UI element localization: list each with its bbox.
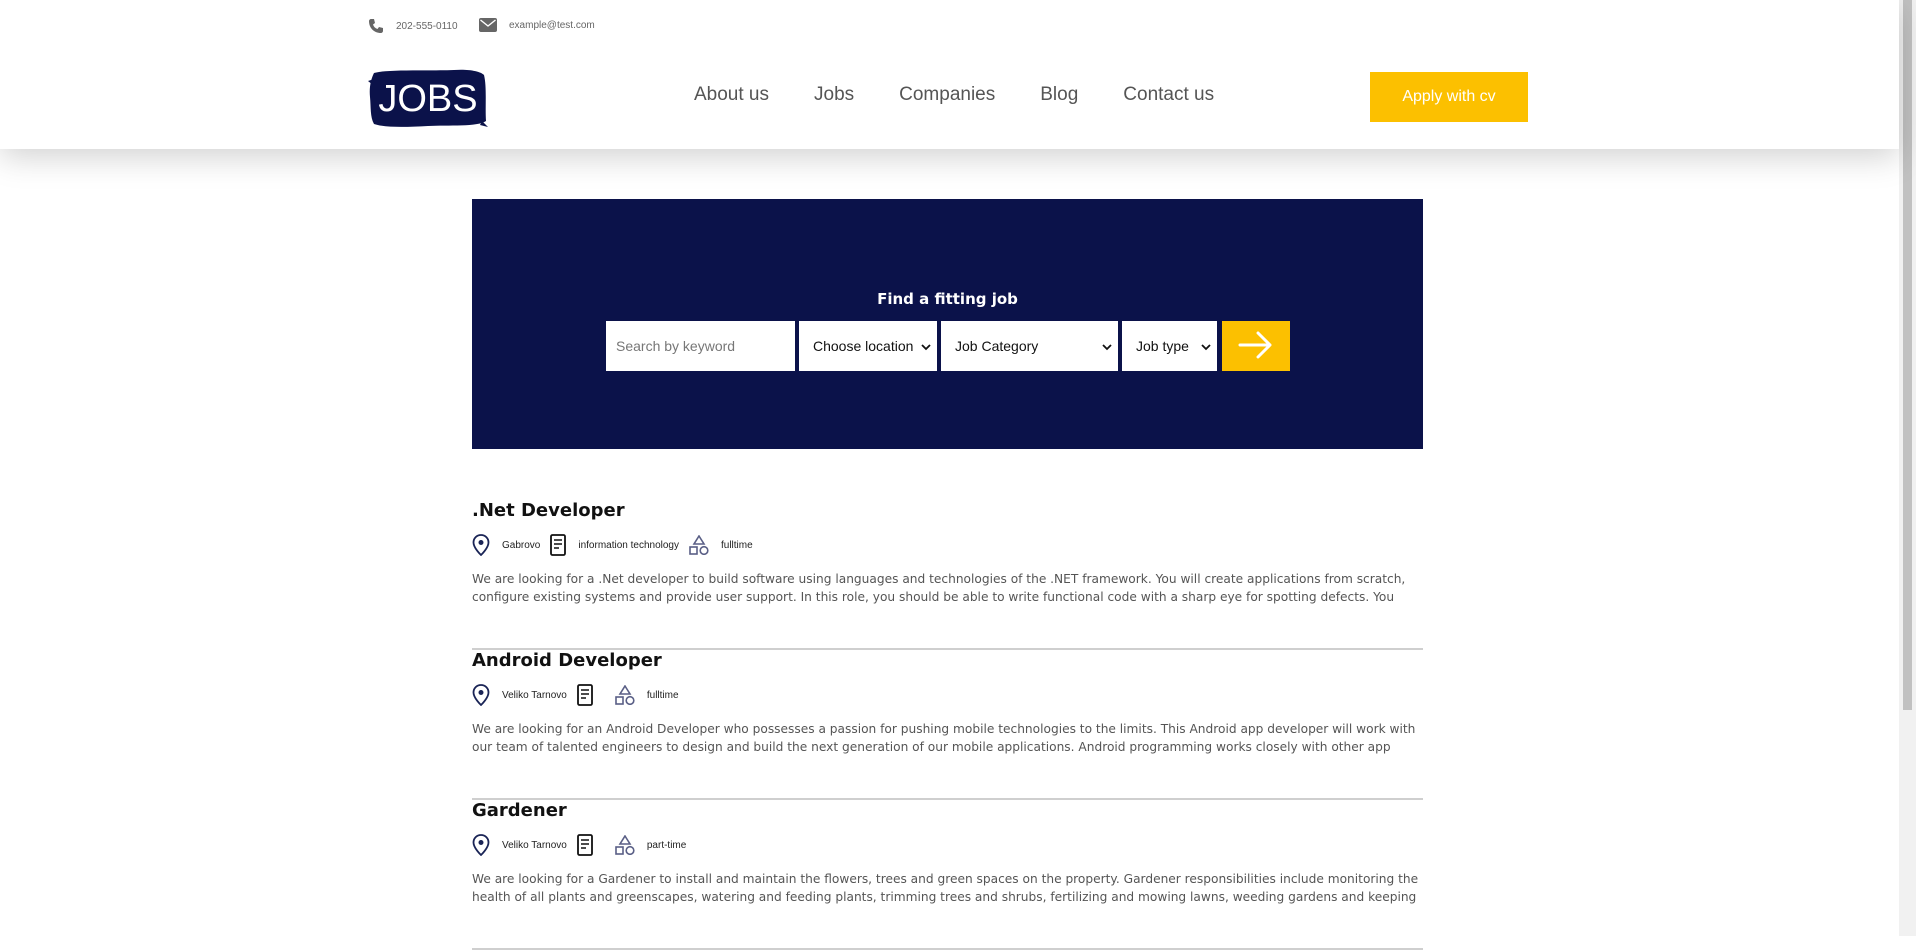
shapes-icon <box>615 835 635 855</box>
location-pin-icon <box>472 684 490 706</box>
job-meta: Veliko Tarnovo part-time <box>472 833 696 857</box>
job-category: information technology <box>578 539 679 551</box>
nav-contact-us[interactable]: Contact us <box>1123 84 1214 106</box>
nav-blog[interactable]: Blog <box>1040 84 1078 106</box>
job-card[interactable]: .Net Developer Gabrovo information techn… <box>472 500 1423 650</box>
job-meta: Gabrovo information technology fulltime <box>472 533 763 557</box>
job-search-panel: Find a fitting job Choose location Job C… <box>472 199 1423 449</box>
job-description: We are looking for a Gardener to install… <box>472 872 1419 904</box>
shapes-icon <box>615 685 635 705</box>
job-description: We are looking for a .Net developer to b… <box>472 572 1406 604</box>
job-description: We are looking for an Android Developer … <box>472 722 1416 754</box>
job-type: part-time <box>646 839 687 851</box>
job-meta: Veliko Tarnovo fulltime <box>472 683 689 707</box>
svg-text:JOBS: JOBS <box>378 78 477 120</box>
document-icon <box>576 684 593 706</box>
job-type-select-value: Job type <box>1136 338 1189 354</box>
job-location: Veliko Tarnovo <box>502 689 567 701</box>
job-location: Gabrovo <box>502 539 541 551</box>
location-pin-icon <box>472 534 490 556</box>
apply-with-cv-button[interactable]: Apply with cv <box>1370 72 1528 122</box>
scrollbar-thumb[interactable] <box>1903 0 1912 710</box>
site-header: 202-555-0110 example@test.com JOBS About… <box>0 0 1899 149</box>
document-icon <box>550 534 567 556</box>
chevron-down-icon <box>1102 338 1112 354</box>
job-type: fulltime <box>646 689 679 701</box>
category-select-value: Job Category <box>955 338 1039 354</box>
contact-email[interactable]: example@test.com <box>479 18 595 32</box>
shapes-icon <box>689 535 709 555</box>
location-select[interactable]: Choose location <box>799 321 937 371</box>
main-nav: About us Jobs Companies Blog Contact us <box>694 84 1214 106</box>
job-location: Veliko Tarnovo <box>502 839 567 851</box>
nav-companies[interactable]: Companies <box>899 84 995 106</box>
job-type-select[interactable]: Job type <box>1122 321 1217 371</box>
location-pin-icon <box>472 834 490 856</box>
job-card[interactable]: Gardener Veliko Tarnovo part-time We are… <box>472 800 1423 950</box>
email-text: example@test.com <box>509 19 595 31</box>
search-form: Choose location Job Category Job type <box>606 321 1290 371</box>
chevron-down-icon <box>1201 338 1211 354</box>
site-logo[interactable]: JOBS <box>368 67 488 129</box>
arrow-right-icon <box>1238 330 1274 363</box>
job-list: .Net Developer Gabrovo information techn… <box>472 500 1423 950</box>
keyword-search-input[interactable] <box>606 321 795 371</box>
job-title[interactable]: Gardener <box>472 800 567 821</box>
page-scrollbar[interactable] <box>1899 0 1916 936</box>
job-card[interactable]: Android Developer Veliko Tarnovo fulltim… <box>472 650 1423 800</box>
phone-icon <box>368 18 384 34</box>
job-title[interactable]: Android Developer <box>472 650 662 671</box>
nav-about-us[interactable]: About us <box>694 84 769 106</box>
nav-jobs[interactable]: Jobs <box>814 84 854 106</box>
chevron-down-icon <box>921 338 931 354</box>
job-type: fulltime <box>720 539 753 551</box>
search-submit-button[interactable] <box>1222 321 1290 371</box>
document-icon <box>576 834 593 856</box>
mail-icon <box>479 18 497 32</box>
location-select-value: Choose location <box>813 338 914 354</box>
phone-text: 202-555-0110 <box>396 20 458 32</box>
contact-phone[interactable]: 202-555-0110 <box>368 18 458 34</box>
search-title: Find a fitting job <box>877 290 1018 308</box>
job-title[interactable]: .Net Developer <box>472 500 625 521</box>
category-select[interactable]: Job Category <box>941 321 1118 371</box>
